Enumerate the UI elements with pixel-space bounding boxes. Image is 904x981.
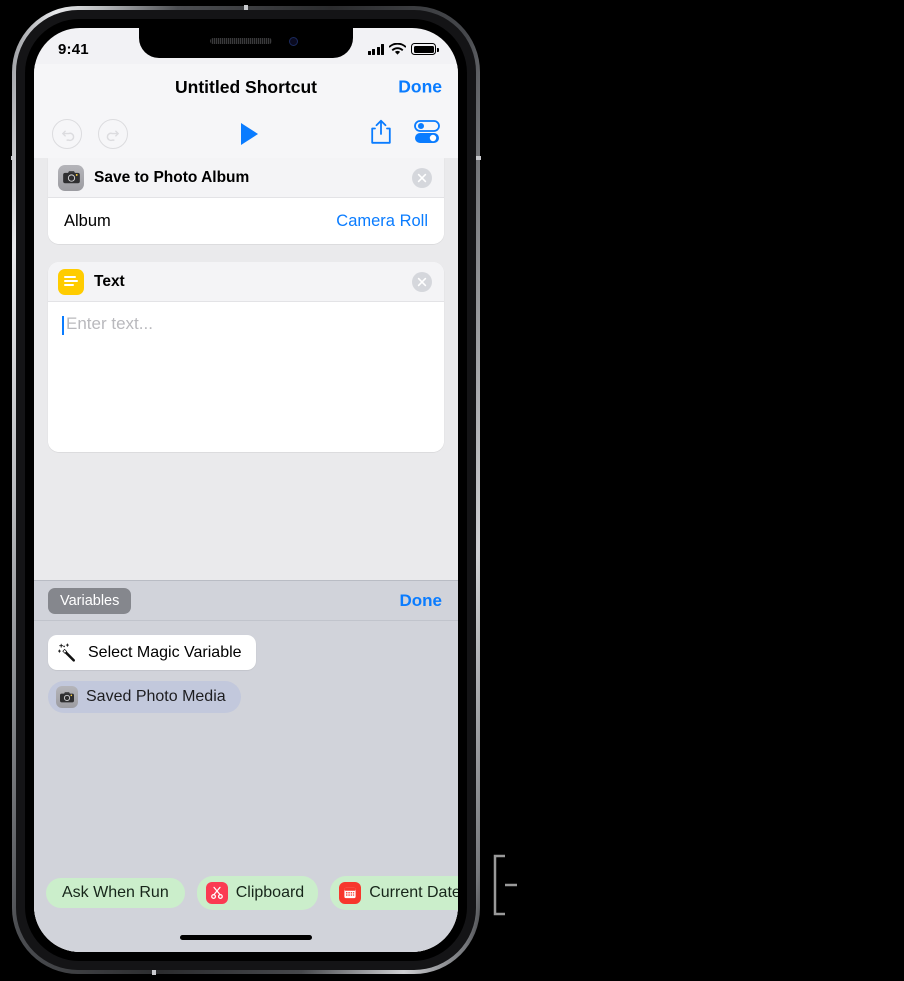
editor-toolbar bbox=[34, 110, 458, 158]
calendar-icon bbox=[339, 882, 362, 904]
close-icon[interactable] bbox=[412, 167, 432, 188]
action-card-header[interactable]: Text bbox=[48, 262, 444, 302]
toolbar-right-group bbox=[370, 119, 440, 150]
variables-tab-button[interactable]: Variables bbox=[48, 587, 132, 614]
share-button[interactable] bbox=[370, 119, 392, 150]
run-shortcut-button[interactable] bbox=[128, 123, 370, 145]
suggestion-chip-bar[interactable]: Ask When Run Clipboard Current Date bbox=[34, 872, 458, 914]
screenshot-root: 9:41 Untitled Shortcut Done Save to Phot… bbox=[0, 0, 904, 981]
home-indicator[interactable] bbox=[180, 935, 312, 940]
status-indicators bbox=[367, 37, 439, 56]
magic-wand-icon bbox=[58, 643, 76, 662]
undo-button[interactable] bbox=[52, 119, 82, 149]
text-lines-icon bbox=[58, 268, 84, 295]
parameter-value[interactable]: Camera Roll bbox=[336, 212, 428, 231]
undo-redo-group bbox=[52, 119, 128, 149]
callout-bracket bbox=[493, 854, 517, 916]
cellular-signal-icon bbox=[367, 43, 384, 55]
shortcut-settings-button[interactable] bbox=[414, 119, 440, 149]
redo-icon bbox=[106, 130, 119, 141]
variables-panel-bar: Variables Done bbox=[34, 581, 458, 621]
notch bbox=[139, 28, 353, 58]
wifi-icon bbox=[389, 42, 406, 55]
front-camera-icon bbox=[289, 37, 298, 46]
status-time: 9:41 bbox=[58, 40, 89, 58]
close-icon[interactable] bbox=[412, 271, 432, 292]
camera-icon bbox=[56, 686, 78, 708]
navigation-bar: Untitled Shortcut Done bbox=[34, 64, 458, 110]
undo-icon bbox=[61, 130, 74, 141]
variables-panel: Variables Done Select Magic Variable Sav… bbox=[34, 580, 458, 952]
phone-screen: 9:41 Untitled Shortcut Done Save to Phot… bbox=[34, 28, 458, 952]
chip-label: Current Date bbox=[369, 884, 458, 901]
action-parameter-row-album[interactable]: Album Camera Roll bbox=[48, 198, 444, 244]
camera-icon bbox=[58, 164, 84, 191]
action-title: Save to Photo Album bbox=[94, 168, 250, 186]
parameter-label: Album bbox=[64, 211, 111, 230]
nav-done-button[interactable]: Done bbox=[398, 77, 442, 98]
magic-variable-label: Select Magic Variable bbox=[88, 643, 242, 661]
phone-frame: 9:41 Untitled Shortcut Done Save to Phot… bbox=[11, 5, 481, 975]
chip-label: Clipboard bbox=[235, 884, 305, 901]
page-title: Untitled Shortcut bbox=[175, 76, 317, 97]
text-cursor bbox=[62, 316, 64, 335]
phone-midframe: 9:41 Untitled Shortcut Done Save to Phot… bbox=[16, 10, 476, 970]
share-icon bbox=[371, 119, 391, 144]
earpiece-speaker-icon bbox=[210, 38, 273, 44]
action-card-text[interactable]: Text Enter text... bbox=[48, 262, 444, 452]
chip-label: Ask When Run bbox=[62, 884, 169, 901]
battery-icon bbox=[411, 43, 439, 55]
variable-chip-label: Saved Photo Media bbox=[86, 688, 226, 705]
toggles-settings-icon bbox=[414, 119, 440, 143]
scissors-icon bbox=[205, 882, 228, 904]
variables-done-button[interactable]: Done bbox=[400, 591, 443, 611]
text-input-field[interactable]: Enter text... bbox=[48, 302, 444, 452]
card-spacer bbox=[34, 244, 458, 262]
chip-current-date[interactable]: Current Date bbox=[330, 876, 458, 910]
action-title: Text bbox=[94, 272, 125, 290]
chip-clipboard[interactable]: Clipboard bbox=[196, 876, 319, 910]
variable-chip-saved-photo-media[interactable]: Saved Photo Media bbox=[48, 681, 241, 713]
play-icon bbox=[240, 123, 258, 145]
action-card-header[interactable]: Save to Photo Album bbox=[48, 158, 444, 198]
text-placeholder: Enter text... bbox=[66, 314, 153, 333]
phone-bezel: 9:41 Untitled Shortcut Done Save to Phot… bbox=[25, 19, 467, 961]
redo-button[interactable] bbox=[98, 119, 128, 149]
action-card-save-to-photo-album[interactable]: Save to Photo Album Album Camera Roll bbox=[48, 158, 444, 244]
actions-scroll-area[interactable]: Save to Photo Album Album Camera Roll Te… bbox=[34, 158, 458, 952]
chip-ask-when-run[interactable]: Ask When Run bbox=[46, 878, 185, 908]
select-magic-variable-button[interactable]: Select Magic Variable bbox=[48, 635, 256, 670]
variables-list: Select Magic Variable Saved Photo Media bbox=[34, 621, 458, 713]
